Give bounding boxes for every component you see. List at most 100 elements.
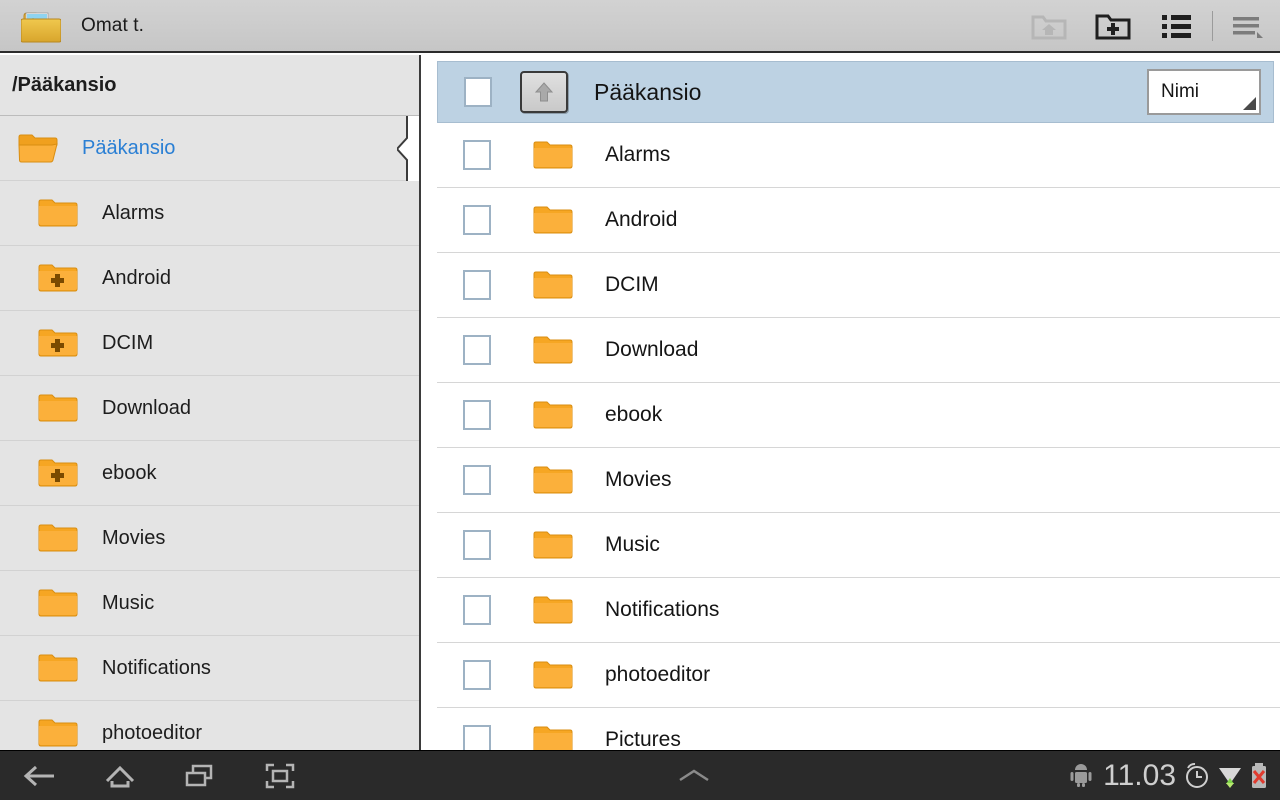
sidebar-item-dcim[interactable]: DCIM xyxy=(0,311,419,376)
folder-plus-icon xyxy=(38,263,78,293)
sidebar-item-movies[interactable]: Movies xyxy=(0,506,419,571)
folder-plus-icon xyxy=(38,458,78,488)
app-title: Omat t. xyxy=(81,14,144,36)
folder-icon xyxy=(533,465,573,495)
up-arrow-icon[interactable] xyxy=(520,71,568,113)
row-checkbox[interactable] xyxy=(463,140,491,170)
sidebar-item-label: Music xyxy=(102,591,155,614)
sidebar-item-label: ebook xyxy=(102,461,157,484)
table-row[interactable]: ebook xyxy=(437,383,1280,448)
sidebar-item-label: photoeditor xyxy=(102,721,203,744)
row-label: photoeditor xyxy=(605,663,711,686)
title-bar: Omat t. xyxy=(0,0,1280,53)
sidebar-item-label: Alarms xyxy=(102,201,165,224)
row-label: Music xyxy=(605,533,660,556)
folder-icon xyxy=(38,523,78,553)
menu-icon[interactable] xyxy=(1216,0,1280,52)
file-rows: Alarms Android DCIM Download ebook Movies Musi… xyxy=(437,123,1280,750)
folder-icon xyxy=(533,270,573,300)
row-label: Pictures xyxy=(605,728,681,750)
recents-icon[interactable] xyxy=(160,751,240,800)
row-label: Download xyxy=(605,338,699,361)
folder-plus-icon xyxy=(38,328,78,358)
new-folder-icon[interactable] xyxy=(1081,0,1145,52)
selected-pointer-notch xyxy=(395,116,419,181)
table-row[interactable]: Android xyxy=(437,188,1280,253)
row-checkbox[interactable] xyxy=(463,595,491,625)
folder-icon xyxy=(38,718,78,748)
sidebar-item-label: DCIM xyxy=(102,331,154,354)
sidebar-item-label: Pääkansio xyxy=(82,136,176,159)
sidebar-item-photoeditor[interactable]: photoeditor xyxy=(0,701,419,750)
row-checkbox[interactable] xyxy=(463,270,491,300)
row-label: Notifications xyxy=(605,598,720,621)
folder-icon xyxy=(533,660,573,690)
sidebar-item-ebook[interactable]: ebook xyxy=(0,441,419,506)
sidebar-item-music[interactable]: Music xyxy=(0,571,419,636)
row-label: Alarms xyxy=(605,143,671,166)
folder-icon xyxy=(533,400,573,430)
folder-icon xyxy=(533,335,573,365)
table-row[interactable]: Movies xyxy=(437,448,1280,513)
row-checkbox[interactable] xyxy=(463,335,491,365)
back-icon[interactable] xyxy=(0,751,80,800)
folder-icon xyxy=(533,140,573,170)
table-row[interactable]: Music xyxy=(437,513,1280,578)
battery-error-icon xyxy=(1249,762,1269,790)
row-checkbox[interactable] xyxy=(463,530,491,560)
sidebar-item-label: Download xyxy=(102,396,191,419)
toolbar-divider xyxy=(1212,10,1213,41)
sidebar-item-pääkansio[interactable]: Pääkansio xyxy=(0,116,419,181)
file-list-header: Pääkansio Nimi xyxy=(437,61,1274,123)
table-row[interactable]: Pictures xyxy=(437,708,1280,750)
alarm-clock-icon xyxy=(1183,762,1211,790)
row-checkbox[interactable] xyxy=(463,205,491,235)
row-label: ebook xyxy=(605,403,663,426)
open-folder-icon xyxy=(18,133,58,163)
folder-icon xyxy=(38,393,78,423)
sidebar-item-download[interactable]: Download xyxy=(0,376,419,441)
sidebar-path-header: /Pääkansio xyxy=(0,55,419,116)
titlebar-actions xyxy=(1017,0,1280,52)
screenshot-icon[interactable] xyxy=(240,751,320,800)
sidebar-item-android[interactable]: Android xyxy=(0,246,419,311)
row-label: Movies xyxy=(605,468,672,491)
row-label: DCIM xyxy=(605,273,659,296)
row-checkbox[interactable] xyxy=(463,725,491,750)
status-clock: 11.03 xyxy=(1103,758,1177,792)
folder-icon xyxy=(38,653,78,683)
folder-icon xyxy=(38,588,78,618)
row-label: Android xyxy=(605,208,678,231)
folder-icon xyxy=(533,530,573,560)
sidebar-item-label: Android xyxy=(102,266,171,289)
folder-icon xyxy=(533,205,573,235)
folder-icon xyxy=(38,198,78,228)
table-row[interactable]: DCIM xyxy=(437,253,1280,318)
table-row[interactable]: Alarms xyxy=(437,123,1280,188)
file-list-panel: Pääkansio Nimi Alarms Android DCIM Download… xyxy=(423,55,1280,750)
system-navigation-bar: 11.03 xyxy=(0,750,1280,800)
sort-dropdown[interactable]: Nimi xyxy=(1147,69,1261,115)
table-row[interactable]: Download xyxy=(437,318,1280,383)
home-icon[interactable] xyxy=(80,751,160,800)
select-all-checkbox[interactable] xyxy=(464,77,492,107)
status-tray[interactable]: 11.03 xyxy=(1067,751,1280,800)
table-row[interactable]: photoeditor xyxy=(437,643,1280,708)
list-view-icon[interactable] xyxy=(1145,0,1209,52)
sidebar-item-label: Notifications xyxy=(102,656,211,679)
row-checkbox[interactable] xyxy=(463,400,491,430)
row-checkbox[interactable] xyxy=(463,465,491,495)
folder-icon xyxy=(533,725,573,750)
table-row[interactable]: Notifications xyxy=(437,578,1280,643)
sidebar-item-alarms[interactable]: Alarms xyxy=(0,181,419,246)
sidebar-item-notifications[interactable]: Notifications xyxy=(0,636,419,701)
home-folder-icon[interactable] xyxy=(1017,0,1081,52)
row-checkbox[interactable] xyxy=(463,660,491,690)
chevron-up-icon[interactable] xyxy=(654,751,734,800)
folder-tree-sidebar[interactable]: /Pääkansio Pääkansio Alarms Android DCIM Dow… xyxy=(0,55,421,750)
sort-dropdown-label: Nimi xyxy=(1161,81,1199,102)
folder-icon xyxy=(533,595,573,625)
wifi-signal-icon xyxy=(1217,762,1243,790)
android-robot-icon xyxy=(1070,763,1092,788)
current-folder-title: Pääkansio xyxy=(594,78,702,105)
